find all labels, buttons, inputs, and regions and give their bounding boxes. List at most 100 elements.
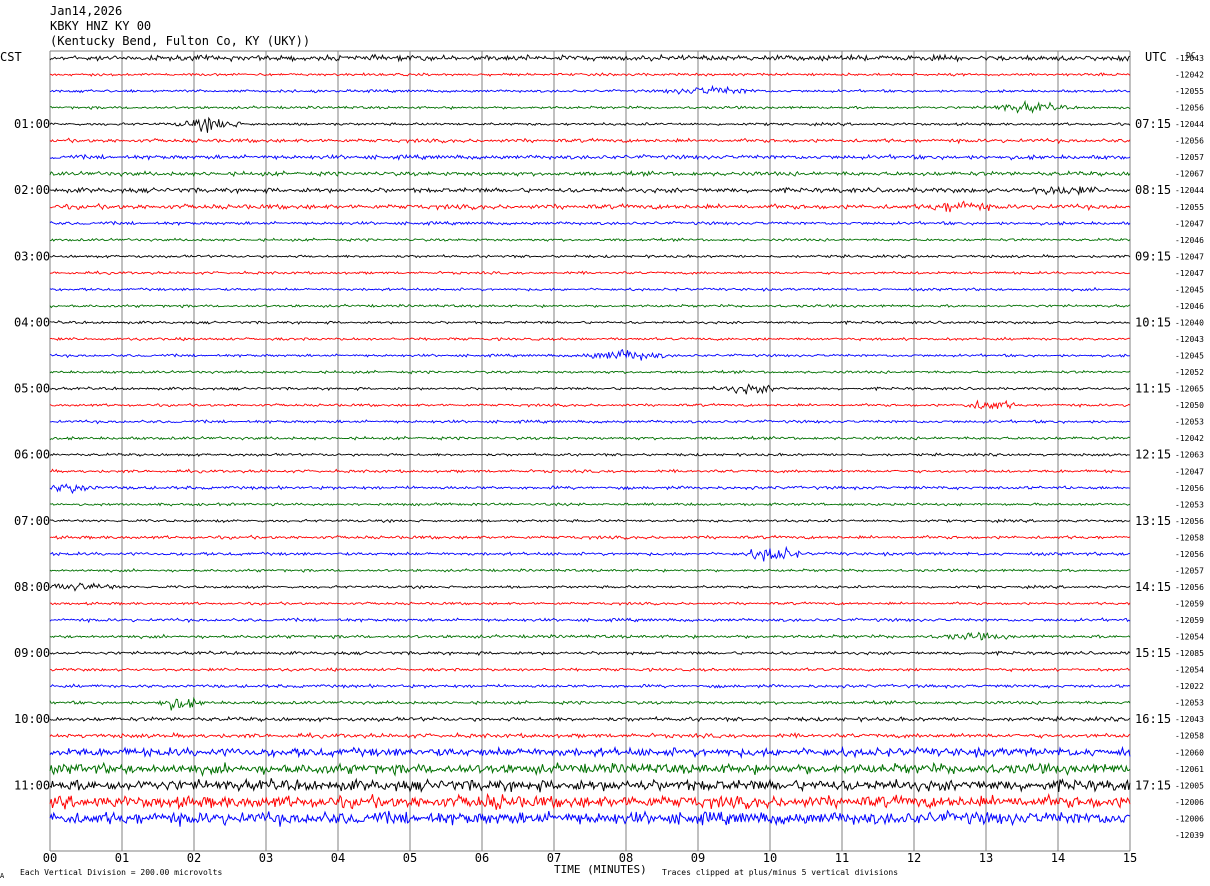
dc-offset-label: -12054	[1175, 666, 1204, 675]
trace-line-21	[49, 399, 1131, 410]
trace-line-5	[49, 137, 1131, 145]
right-time-label: 10:15	[1135, 315, 1171, 329]
trace-line-35	[49, 631, 1131, 641]
dc-offset-label: -12053	[1175, 500, 1204, 509]
right-time-label: 09:15	[1135, 249, 1171, 263]
trace-line-41	[49, 731, 1131, 739]
x-tick-label: 09	[691, 851, 705, 865]
trace-line-28	[49, 518, 1131, 524]
dc-offset-label: -12055	[1175, 87, 1204, 96]
x-tick-label: 05	[403, 851, 417, 865]
right-time-label: 12:15	[1135, 448, 1171, 462]
dc-offset-label: -12047	[1175, 269, 1204, 278]
right-time-labels: 07:15 08:15 09:15 10:15 11:15 12:15 13:15 14:15…	[1135, 117, 1171, 792]
dc-offset-label: -12061	[1175, 765, 1204, 774]
right-time-label: 17:15	[1135, 778, 1171, 792]
x-tick-label: 15	[1123, 851, 1137, 865]
trace-line-42	[49, 745, 1131, 759]
trace-line-31	[49, 567, 1131, 573]
x-tick-label: 13	[979, 851, 993, 865]
dc-offset-label: -12045	[1175, 352, 1204, 361]
dc-offset-label: -12044	[1175, 120, 1204, 129]
trace-line-24	[49, 452, 1131, 458]
trace-line-13	[49, 270, 1131, 275]
dc-offset-label: -12057	[1175, 566, 1204, 575]
x-tick-label: 02	[187, 851, 201, 865]
dc-offset-label: -12047	[1175, 219, 1204, 228]
dc-offset-label: -12085	[1175, 649, 1204, 658]
x-tick-label: 04	[331, 851, 345, 865]
dc-offset-label: -12059	[1175, 616, 1204, 625]
trace-line-10	[49, 220, 1131, 227]
x-tick-label: 10	[763, 851, 777, 865]
dc-offset-label: -12042	[1175, 71, 1204, 80]
x-tick-label: 12	[907, 851, 921, 865]
trace-line-12	[49, 253, 1131, 259]
dc-offset-label: -12044	[1175, 186, 1204, 195]
trace-line-7	[49, 169, 1131, 178]
left-time-label: 06:00	[14, 448, 50, 462]
trace-line-30	[49, 545, 1131, 562]
trace-line-15	[49, 303, 1131, 309]
trace-line-11	[49, 237, 1131, 243]
dc-offset-label: -12056	[1175, 484, 1204, 493]
dc-offset-label: -12063	[1175, 451, 1204, 460]
x-tick-label: 06	[475, 851, 489, 865]
dc-offset-label: -12047	[1175, 467, 1204, 476]
dc-offset-label: -12046	[1175, 302, 1204, 311]
trace-line-29	[49, 534, 1131, 541]
right-time-label: 08:15	[1135, 183, 1171, 197]
dc-offset-label: -12053	[1175, 699, 1204, 708]
dc-offset-label: -12022	[1175, 682, 1204, 691]
right-time-label: 15:15	[1135, 646, 1171, 660]
trace-line-4	[49, 116, 1131, 133]
dc-offset-label: -12039	[1175, 831, 1204, 840]
dc-offset-label: -12059	[1175, 599, 1204, 608]
trace-line-37	[49, 667, 1131, 673]
trace-line-36	[49, 650, 1131, 657]
dc-offset-label: -12043	[1175, 335, 1204, 344]
left-time-labels: 01:00 02:00 03:00 04:00 05:00 06:00 07:00 08:00…	[14, 117, 50, 792]
dc-offset-label: -12058	[1175, 533, 1204, 542]
trace-line-39	[49, 696, 1131, 711]
right-axis-label: UTC	[1145, 50, 1167, 64]
trace-line-19	[49, 369, 1131, 375]
dc-offset-label: -12006	[1175, 798, 1204, 807]
trace-line-40	[49, 715, 1131, 723]
trace-line-38	[49, 683, 1131, 689]
dc-offset-label: -12005	[1175, 781, 1204, 790]
corner-mark: A	[0, 872, 5, 880]
dc-offset-label: -12043	[1175, 54, 1204, 63]
trace-line-34	[49, 617, 1131, 624]
dc-offset-label: -12056	[1175, 550, 1204, 559]
trace-line-1	[49, 72, 1131, 77]
x-tick-label: 00	[43, 851, 57, 865]
dc-offset-label: -12056	[1175, 517, 1204, 526]
dc-offset-label: -12054	[1175, 633, 1204, 642]
right-time-label: 13:15	[1135, 514, 1171, 528]
trace-line-3	[49, 99, 1131, 114]
trace-line-23	[49, 435, 1131, 441]
dc-offset-label: -12067	[1175, 170, 1204, 179]
dc-offset-label: -12042	[1175, 434, 1204, 443]
left-time-label: 08:00	[14, 580, 50, 594]
trace-line-46	[49, 809, 1131, 827]
location-text: (Kentucky Bend, Fulton Co, KY (UKY))	[50, 34, 310, 48]
dc-offset-label: -12047	[1175, 252, 1204, 261]
trace-line-14	[49, 286, 1131, 292]
minute-gridlines	[49, 50, 1131, 852]
dc-offset-label: -12056	[1175, 104, 1204, 113]
trace-line-43	[49, 761, 1131, 778]
clip-note: Traces clipped at plus/minus 5 vertical …	[662, 868, 898, 877]
left-time-label: 10:00	[14, 712, 50, 726]
dc-offset-label: -12043	[1175, 715, 1204, 724]
trace-line-45	[49, 792, 1131, 811]
dc-offset-label: -12056	[1175, 137, 1204, 146]
trace-line-26	[49, 483, 1131, 495]
left-time-label: 01:00	[14, 117, 50, 131]
dc-offset-label: -12006	[1175, 814, 1204, 823]
dc-offset-label: -12060	[1175, 748, 1204, 757]
x-axis-title: TIME (MINUTES)	[554, 863, 647, 876]
left-time-label: 09:00	[14, 646, 50, 660]
station-text: KBKY HNZ KY 00	[50, 19, 151, 33]
